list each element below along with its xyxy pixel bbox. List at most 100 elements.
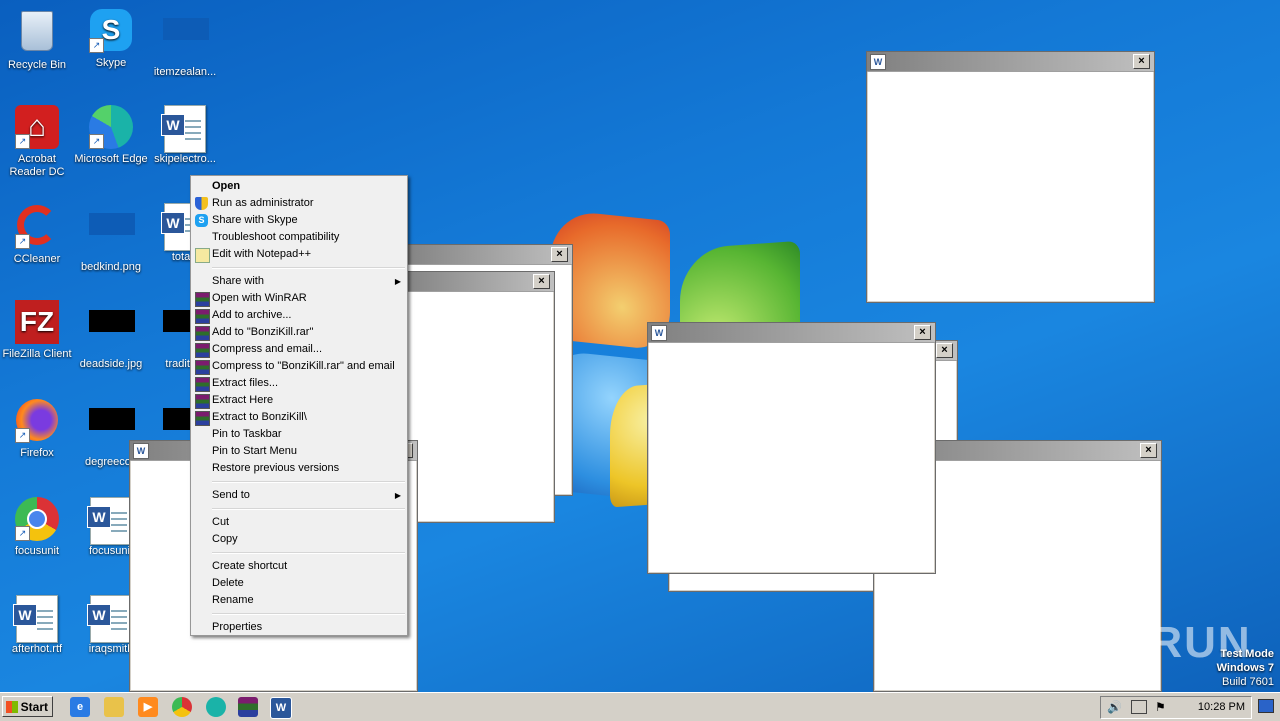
menu-item-add-to-rar[interactable]: Add to "BonziKill.rar" <box>191 324 407 341</box>
window-titlebar[interactable]: × <box>396 272 554 292</box>
menu-item-open-winrar[interactable]: Open with WinRAR <box>191 290 407 307</box>
menu-item-share-with[interactable]: Share with ▶ <box>191 273 407 290</box>
desktop-icon-filezilla[interactable]: FZ FileZilla Client <box>0 300 74 361</box>
close-icon[interactable]: × <box>1140 443 1157 458</box>
ie-icon[interactable]: e <box>70 697 90 717</box>
menu-separator <box>212 508 405 510</box>
menu-item-extract-to[interactable]: Extract to BonziKill\ <box>191 409 407 426</box>
word-doc-icon: W <box>87 595 133 643</box>
winrar-icon[interactable] <box>238 697 258 717</box>
acrobat-icon: ⌂ ↗ <box>15 105 59 149</box>
desktop-icon-itemzealan[interactable]: itemzealan... <box>148 8 222 79</box>
edge-icon[interactable] <box>206 697 226 717</box>
notepadpp-icon <box>195 248 210 263</box>
image-file-icon <box>163 18 209 62</box>
desktop-icon-ccleaner[interactable]: ↗ CCleaner <box>0 203 74 266</box>
start-button[interactable]: Start <box>2 696 53 717</box>
menu-item-pin-taskbar[interactable]: Pin to Taskbar <box>191 426 407 443</box>
menu-item-restore-versions[interactable]: Restore previous versions <box>191 460 407 477</box>
firefox-icon: ↗ <box>15 399 59 443</box>
chrome-icon[interactable] <box>172 697 192 717</box>
desktop-icon-skype[interactable]: S ↗ Skype <box>74 8 148 70</box>
volume-icon[interactable]: 🔊 <box>1107 700 1122 714</box>
submenu-arrow-icon: ▶ <box>394 491 401 500</box>
desktop-icon-chrome[interactable]: ↗ focusunit <box>0 497 74 558</box>
menu-item-run-as-admin[interactable]: Run as administrator <box>191 195 407 212</box>
menu-item-troubleshoot[interactable]: Troubleshoot compatibility <box>191 229 407 246</box>
close-icon[interactable]: × <box>936 343 953 358</box>
menu-item-properties[interactable]: Properties <box>191 619 407 636</box>
network-icon[interactable] <box>1131 700 1147 714</box>
menu-item-edit-notepadpp[interactable]: Edit with Notepad++ <box>191 246 407 263</box>
menu-item-pin-start[interactable]: Pin to Start Menu <box>191 443 407 460</box>
filezilla-icon: FZ <box>15 300 59 344</box>
desktop-icon-acrobat[interactable]: ⌂ ↗ Acrobat Reader DC <box>0 105 74 179</box>
skype-icon: S ↗ <box>89 9 133 53</box>
system-tray: 🔊 ⚑ 10:28 PM <box>1100 696 1252 719</box>
close-icon[interactable]: × <box>1133 54 1150 69</box>
menu-item-open[interactable]: Open <box>191 178 407 195</box>
menu-item-compress-rar-email[interactable]: Compress to "BonziKill.rar" and email <box>191 358 407 375</box>
close-icon[interactable]: × <box>533 274 550 289</box>
dialog-window[interactable]: × <box>395 271 555 523</box>
image-file-icon <box>89 408 135 452</box>
word-doc-icon: W <box>87 497 133 545</box>
window-titlebar[interactable]: W× <box>867 52 1154 72</box>
dialog-window[interactable]: W× <box>647 322 936 574</box>
winrar-icon <box>195 292 210 307</box>
desktop-icon-edge[interactable]: ↗ Microsoft Edge <box>74 105 148 166</box>
dialog-window[interactable]: W× <box>866 51 1155 303</box>
winrar-icon <box>195 360 210 375</box>
desktop-icon-recycle-bin[interactable]: Recycle Bin <box>0 8 74 72</box>
desktop-icon-deadside[interactable]: deadside.jpg <box>74 300 148 371</box>
menu-item-share-skype[interactable]: S Share with Skype <box>191 212 407 229</box>
shield-icon <box>195 197 208 210</box>
media-player-icon[interactable]: ▶ <box>138 697 158 717</box>
menu-item-copy[interactable]: Copy <box>191 531 407 548</box>
close-icon[interactable]: × <box>914 325 931 340</box>
image-file-icon <box>89 213 135 257</box>
word-icon: W <box>651 325 667 341</box>
edge-icon: ↗ <box>89 105 133 149</box>
menu-separator <box>212 613 405 615</box>
skype-icon: S <box>195 214 208 227</box>
menu-item-delete[interactable]: Delete <box>191 575 407 592</box>
desktop-icon-skipelectro[interactable]: W skipelectro... <box>148 105 222 166</box>
menu-item-extract-here[interactable]: Extract Here <box>191 392 407 409</box>
taskbar: Start e ▶ W 🔊 ⚑ 10:28 PM <box>0 692 1280 721</box>
close-icon[interactable]: × <box>551 247 568 262</box>
word-doc-icon: W <box>13 595 59 643</box>
window-titlebar[interactable]: × <box>396 245 572 265</box>
desktop-icon-afterhot[interactable]: W afterhot.rtf <box>0 595 74 656</box>
desktop-icon-firefox[interactable]: ↗ Firefox <box>0 398 74 460</box>
menu-item-create-shortcut[interactable]: Create shortcut <box>191 558 407 575</box>
menu-separator <box>212 481 405 483</box>
submenu-arrow-icon: ▶ <box>394 277 401 286</box>
window-titlebar[interactable]: W× <box>648 323 935 343</box>
menu-item-add-archive[interactable]: Add to archive... <box>191 307 407 324</box>
menu-item-extract-files[interactable]: Extract files... <box>191 375 407 392</box>
test-mode-watermark: Test Mode Windows 7 Build 7601 <box>1216 648 1274 688</box>
word-icon: W <box>133 443 149 459</box>
winrar-icon <box>195 309 210 324</box>
image-file-icon <box>89 310 135 354</box>
word-icon[interactable]: W <box>270 697 292 719</box>
show-desktop-icon[interactable] <box>1258 699 1274 713</box>
explorer-icon[interactable] <box>104 697 124 717</box>
winrar-icon <box>195 411 210 426</box>
clock[interactable]: 10:28 PM <box>1198 697 1245 718</box>
desktop-icon-bedkind[interactable]: bedkind.png <box>74 203 148 274</box>
winrar-icon <box>195 377 210 392</box>
recycle-bin-icon <box>15 11 59 55</box>
word-doc-icon: W <box>161 105 207 153</box>
menu-item-compress-email[interactable]: Compress and email... <box>191 341 407 358</box>
winrar-icon <box>195 326 210 341</box>
menu-item-rename[interactable]: Rename <box>191 592 407 609</box>
winrar-icon <box>195 394 210 409</box>
menu-separator <box>212 552 405 554</box>
flag-icon[interactable]: ⚑ <box>1155 700 1166 714</box>
menu-item-cut[interactable]: Cut <box>191 514 407 531</box>
context-menu: Open Run as administrator S Share with Sk… <box>190 175 408 636</box>
word-icon: W <box>870 54 886 70</box>
menu-item-send-to[interactable]: Send to ▶ <box>191 487 407 504</box>
